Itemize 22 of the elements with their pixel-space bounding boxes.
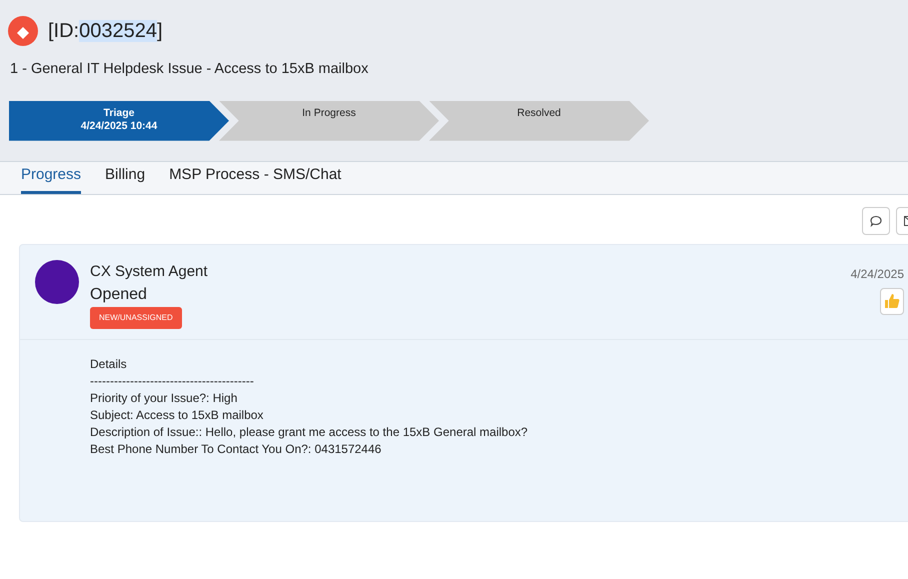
stage-step[interactable]: Resolved	[429, 100, 649, 141]
activity-date: 4/24/2025	[850, 266, 904, 283]
detail-line: Details	[90, 356, 127, 373]
tab[interactable]: Billing	[105, 164, 146, 194]
comment-button[interactable]	[862, 206, 890, 235]
detail-line: -----------------------------------------	[90, 372, 254, 390]
ticket-id: [ID:0032524]	[48, 19, 163, 44]
ticket-subtitle: 1 - General IT Helpdesk Issue - Access to 15xB mailbox	[9, 60, 370, 79]
tab[interactable]: Progress	[21, 164, 82, 194]
stage-step[interactable]: In Progress	[219, 100, 439, 141]
tab[interactable]: MSP Process - SMS/Chat	[169, 164, 342, 194]
detail-line: Description of Issue:: Hello, please grant me access to the 15xB General mailbox?	[90, 424, 528, 441]
speech-bubble-icon	[870, 214, 882, 227]
detail-line: Best Phone Number To Contact You On?: 0431572446	[90, 440, 382, 458]
thumbs-up-icon	[884, 293, 900, 310]
detail-line: Priority of your Issue?: High	[90, 390, 238, 407]
activity-action: Opened	[90, 284, 148, 305]
author-name: CX System Agent	[90, 262, 208, 282]
detail-line: Subject: Access to 15xB mailbox	[90, 406, 264, 424]
avatar	[35, 260, 79, 304]
stage-step[interactable]: Triage 4/24/2025 10:44	[9, 100, 229, 141]
status-badge: NEW/UNASSIGNED	[90, 306, 182, 329]
